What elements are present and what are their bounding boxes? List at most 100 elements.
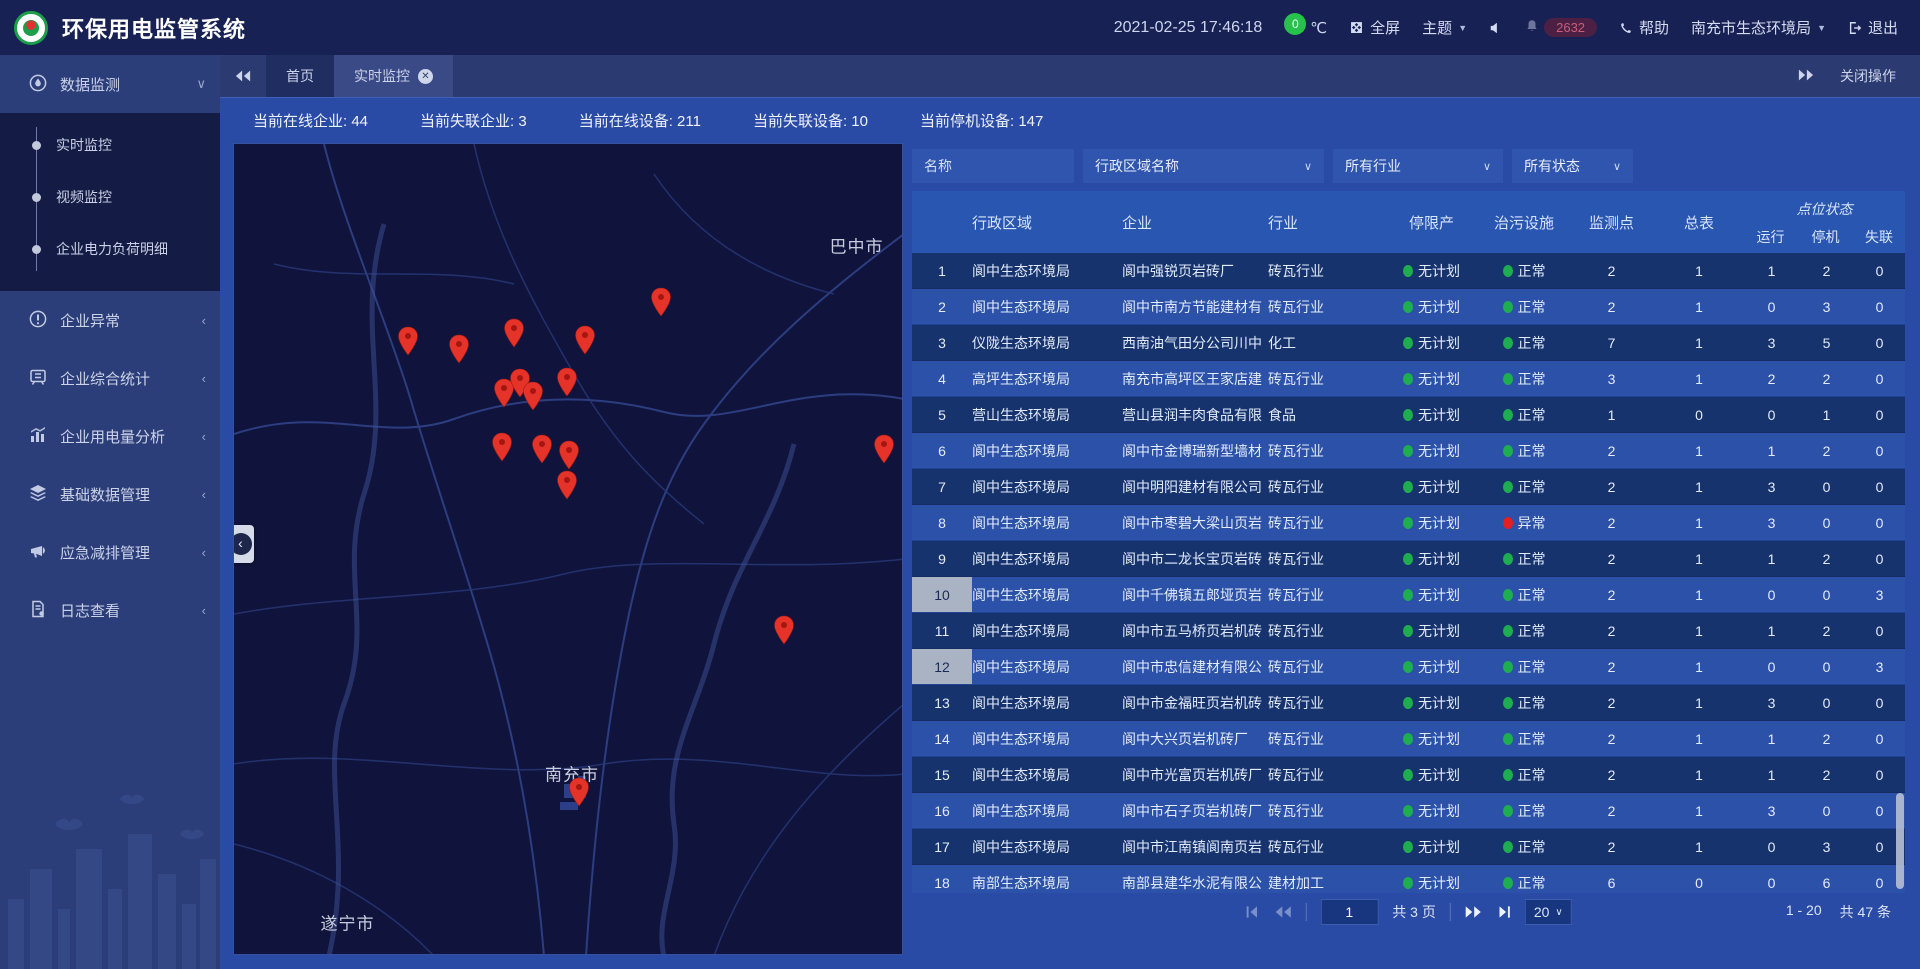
cell-run-count: 1 xyxy=(1744,253,1799,288)
table-row[interactable]: 17阆中生态环境局阆中市江南镇阆南页岩砖瓦行业无计划正常21030 xyxy=(912,829,1905,865)
sidebar-item-log-view[interactable]: 日志查看‹ xyxy=(0,581,220,639)
fullscreen-button[interactable]: 全屏 xyxy=(1349,17,1400,38)
sidebar-subitem[interactable]: 实时监控 xyxy=(0,119,220,171)
cell-facility-status: 异常 xyxy=(1479,505,1569,540)
org-dropdown[interactable]: 南充市生态环境局 ▼ xyxy=(1691,17,1826,38)
map-pin-icon[interactable] xyxy=(521,381,545,411)
scrollbar-thumb[interactable] xyxy=(1896,793,1904,889)
map-panel[interactable]: 巴中市南充市遂宁市 ‹ xyxy=(233,143,903,955)
cell-monitor-count: 2 xyxy=(1569,433,1654,468)
tab-close-icon[interactable]: ✕ xyxy=(418,69,433,84)
col-sub-header[interactable]: 运行 xyxy=(1743,221,1798,253)
col-header[interactable]: 行业 xyxy=(1268,191,1384,253)
cell-company: 营山县润丰肉食品有限 xyxy=(1122,397,1268,432)
name-filter-input[interactable] xyxy=(912,149,1074,183)
col-header[interactable]: 停限产 xyxy=(1384,191,1479,253)
exit-button[interactable]: 退出 xyxy=(1848,17,1898,38)
table-row[interactable]: 9阆中生态环境局阆中市二龙长宝页岩砖砖瓦行业无计划正常21120 xyxy=(912,541,1905,577)
cell-company: 阆中大兴页岩机砖厂 xyxy=(1122,721,1268,756)
cell-facility-status: 正常 xyxy=(1479,361,1569,396)
sidebar-item-basic-data[interactable]: 基础数据管理‹ xyxy=(0,465,220,523)
status-dot-icon xyxy=(1503,409,1513,421)
col-header[interactable]: 治污设施 xyxy=(1479,191,1569,253)
cell-stop-count: 2 xyxy=(1799,613,1854,648)
col-sub-header[interactable]: 停机 xyxy=(1798,221,1853,253)
cell-index: 17 xyxy=(912,829,972,864)
page-number-input[interactable] xyxy=(1320,899,1378,925)
map-pin-icon[interactable] xyxy=(530,434,554,464)
table-row[interactable]: 6阆中生态环境局阆中市金博瑞新型墙材砖瓦行业无计划正常21120 xyxy=(912,433,1905,469)
sidebar-subitem[interactable]: 视频监控 xyxy=(0,171,220,223)
layers-icon xyxy=(28,483,50,505)
sidebar-subitem[interactable]: 企业电力负荷明细 xyxy=(0,223,220,275)
table-row[interactable]: 3仪陇生态环境局西南油气田分公司川中化工无计划正常71350 xyxy=(912,325,1905,361)
sound-toggle[interactable] xyxy=(1489,21,1503,35)
table-row[interactable]: 18南部生态环境局南部县建华水泥有限公建材加工无计划正常60060 xyxy=(912,865,1905,893)
col-header[interactable]: 监测点 xyxy=(1569,191,1654,253)
table-row[interactable]: 14阆中生态环境局阆中大兴页岩机砖厂砖瓦行业无计划正常21120 xyxy=(912,721,1905,757)
col-header[interactable]: 行政区域 xyxy=(972,191,1122,253)
cell-region: 阆中生态环境局 xyxy=(972,829,1122,864)
cell-region: 阆中生态环境局 xyxy=(972,577,1122,612)
map-pin-icon[interactable] xyxy=(555,367,579,397)
map-pin-icon[interactable] xyxy=(490,432,514,462)
map-pin-icon[interactable] xyxy=(502,318,526,348)
tab-实时监控[interactable]: 实时监控✕ xyxy=(334,55,453,97)
sidebar-item-data-monitoring[interactable]: 数据监测∨ xyxy=(0,55,220,113)
sidebar-item-emergency-reduction[interactable]: 应急减排管理‹ xyxy=(0,523,220,581)
notification-area[interactable]: 2632 xyxy=(1525,18,1597,37)
status-filter-select[interactable]: 所有状态 ∨ xyxy=(1512,149,1633,183)
col-header[interactable]: 总表 xyxy=(1654,191,1744,253)
map-pin-icon[interactable] xyxy=(555,470,579,500)
table-row[interactable]: 16阆中生态环境局阆中市石子页岩机砖厂砖瓦行业无计划正常21300 xyxy=(912,793,1905,829)
cell-company: 阆中市金博瑞新型墙材 xyxy=(1122,433,1268,468)
status-dot-icon xyxy=(1403,409,1413,421)
region-filter-select[interactable]: 行政区域名称 ∨ xyxy=(1083,149,1324,183)
col-header[interactable]: 企业 xyxy=(1122,191,1268,253)
map-pin-icon[interactable] xyxy=(772,615,796,645)
table-row[interactable]: 13阆中生态环境局阆中市金福旺页岩机砖砖瓦行业无计划正常21300 xyxy=(912,685,1905,721)
cell-index: 4 xyxy=(912,361,972,396)
help-button[interactable]: 帮助 xyxy=(1619,17,1669,38)
tab-首页[interactable]: 首页 xyxy=(266,55,334,97)
map-pin-icon[interactable] xyxy=(872,434,896,464)
table-row[interactable]: 4高坪生态环境局南充市高坪区王家店建砖瓦行业无计划正常31220 xyxy=(912,361,1905,397)
table-row[interactable]: 1阆中生态环境局阆中强锐页岩砖厂砖瓦行业无计划正常21120 xyxy=(912,253,1905,289)
cell-stop-count: 0 xyxy=(1799,685,1854,720)
map-pin-icon[interactable] xyxy=(396,326,420,356)
map-pin-icon[interactable] xyxy=(447,334,471,364)
cell-meter-count: 1 xyxy=(1654,253,1744,288)
table-row[interactable]: 5营山生态环境局营山县润丰肉食品有限食品无计划正常10010 xyxy=(912,397,1905,433)
status-dot-icon xyxy=(1403,337,1413,349)
map-collapse-button[interactable]: ‹ xyxy=(233,525,254,563)
temperature-badge: 0 xyxy=(1284,13,1306,35)
first-page-button[interactable] xyxy=(1245,906,1260,918)
table-row[interactable]: 11阆中生态环境局阆中市五马桥页岩机砖砖瓦行业无计划正常21120 xyxy=(912,613,1905,649)
tabs-scroll-left-button[interactable] xyxy=(220,55,266,97)
table-row[interactable]: 8阆中生态环境局阆中市枣碧大梁山页岩砖瓦行业无计划异常21300 xyxy=(912,505,1905,541)
map-pin-icon[interactable] xyxy=(649,287,673,317)
page-size-select[interactable]: 20 ∨ xyxy=(1525,899,1572,925)
table-row[interactable]: 10阆中生态环境局阆中千佛镇五郎垭页岩砖瓦行业无计划正常21003 xyxy=(912,577,1905,613)
table-row[interactable]: 12阆中生态环境局阆中市忠信建材有限公砖瓦行业无计划正常21003 xyxy=(912,649,1905,685)
map-pin-icon[interactable] xyxy=(557,440,581,470)
table-row[interactable]: 15阆中生态环境局阆中市光富页岩机砖厂砖瓦行业无计划正常21120 xyxy=(912,757,1905,793)
col-sub-header[interactable]: 失联 xyxy=(1853,221,1905,253)
map-pin-icon[interactable] xyxy=(573,325,597,355)
industry-filter-select[interactable]: 所有行业 ∨ xyxy=(1333,149,1503,183)
map-pin-icon[interactable] xyxy=(567,777,591,807)
sidebar-item-enterprise-abnormal[interactable]: 企业异常‹ xyxy=(0,291,220,349)
close-operations-button[interactable]: 关闭操作 xyxy=(1840,66,1896,86)
status-dot-icon xyxy=(1503,373,1513,385)
tabs-scroll-right-button[interactable] xyxy=(1798,68,1814,84)
status-dot-icon xyxy=(1403,301,1413,313)
theme-dropdown[interactable]: 主题 ▼ xyxy=(1422,17,1467,38)
last-page-button[interactable] xyxy=(1496,906,1511,918)
sidebar-item-power-analysis[interactable]: 企业用电量分析‹ xyxy=(0,407,220,465)
previous-page-button[interactable] xyxy=(1274,906,1291,918)
table-row[interactable]: 2阆中生态环境局阆中市南方节能建材有砖瓦行业无计划正常21030 xyxy=(912,289,1905,325)
table-row[interactable]: 7阆中生态环境局阆中明阳建材有限公司砖瓦行业无计划正常21300 xyxy=(912,469,1905,505)
cell-run-count: 3 xyxy=(1744,325,1799,360)
next-page-button[interactable] xyxy=(1465,906,1482,918)
sidebar-item-enterprise-statistics[interactable]: 企业综合统计‹ xyxy=(0,349,220,407)
